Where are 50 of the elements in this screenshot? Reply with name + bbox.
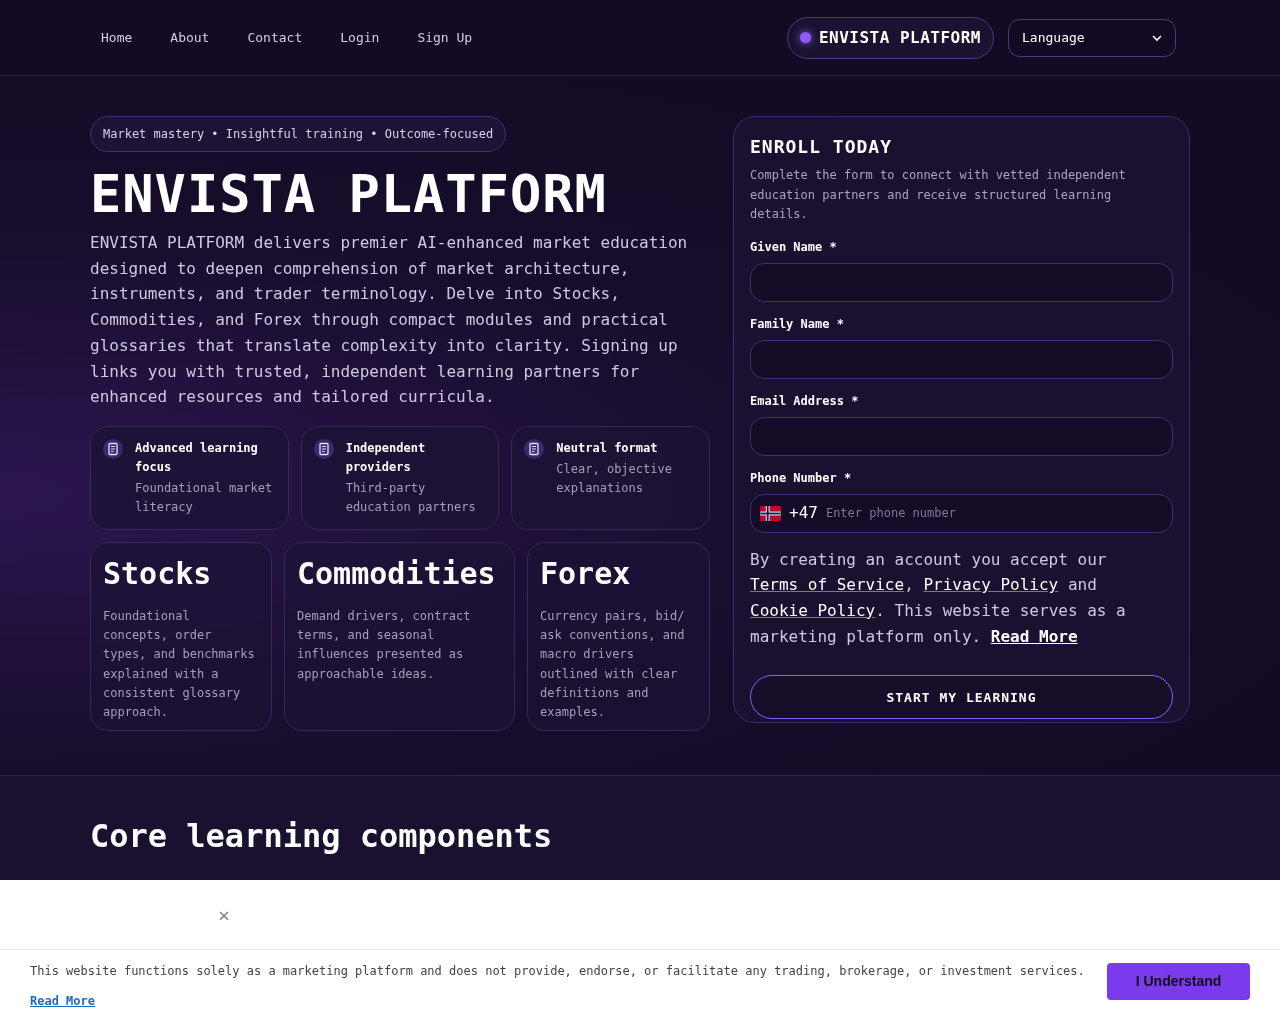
document-icon xyxy=(313,438,334,459)
market-title: Commodities xyxy=(297,554,497,593)
phone-field[interactable]: +47 Enter phone number xyxy=(750,493,1173,533)
field-label: Family Name * xyxy=(750,315,845,332)
document-icon xyxy=(103,438,123,459)
nav-link[interactable]: Sign Up xyxy=(406,23,484,52)
policy-link[interactable]: Privacy Policy xyxy=(923,575,1059,595)
nav-link[interactable]: Contact xyxy=(236,23,314,52)
policy-link[interactable]: Terms of Service xyxy=(750,575,905,595)
market-text: Demand drivers, contract terms, and seasonal influences presented as approachable ideas. xyxy=(297,607,472,683)
input-field[interactable] xyxy=(750,262,1173,302)
consent-text: By creating an account you accept our Terms of Service, Privacy Policy and Cookie Policy. This website serves as a marketing platform only. Read More xyxy=(750,548,1127,648)
feature-title: Independent providers xyxy=(345,439,427,476)
phone-number-input[interactable]: Enter phone number xyxy=(825,504,1163,522)
language-select[interactable]: Language xyxy=(1008,18,1176,57)
nav-link[interactable]: About xyxy=(159,23,221,52)
enroll-description: Complete the form to connect with vetted independent education partners and receive structured learning details. xyxy=(750,167,1127,223)
brand-name: ENVISTA PLATFORM xyxy=(818,26,981,49)
input-field[interactable] xyxy=(750,339,1173,379)
feature-text: Clear, objective explanations xyxy=(556,460,673,497)
brand-badge[interactable]: ENVISTA PLATFORM xyxy=(786,16,994,59)
enroll-title: ENROLL TODAY xyxy=(750,135,894,159)
market-text: Currency pairs, bid/ ask conventions, and macro drivers outlined with clear definitions and examples. xyxy=(540,607,686,721)
read-more-link[interactable]: Read More xyxy=(990,626,1078,646)
chevron-down-icon xyxy=(1152,33,1162,42)
read-more-link[interactable]: Read More xyxy=(30,992,96,1010)
market-text: Foundational concepts, order types, and benchmarks explained with a consistent glossary approach. xyxy=(103,607,256,721)
section-title: Core learning components xyxy=(90,816,554,856)
hero-description: ENVISTA PLATFORM delivers premier AI-enhanced market education designed to deepen comprehension of market architecture, instruments, and trader terminology. Delve into Stocks, Commodities, and Forex through compact modules and practical glossaries that translate complexity into clarity. Signing up links you with trusted, independent learning partners for enhanced resources and tailored curricula. xyxy=(90,232,689,409)
norway-flag-icon xyxy=(760,505,781,521)
start-learning-button[interactable]: START MY LEARNING xyxy=(750,675,1173,720)
feature-text: Third-party education partners xyxy=(345,479,477,516)
field-label: Phone Number * xyxy=(750,469,853,486)
feature-title: Advanced learning focus xyxy=(135,439,259,476)
market-title: Forex xyxy=(540,554,632,593)
tagline-badge: Market mastery • Insightful training • Outcome-focused xyxy=(90,116,507,152)
feature-text: Foundational market literacy xyxy=(135,479,274,516)
nav-link[interactable]: Home xyxy=(90,23,144,52)
hero-title: ENVISTA PLATFORM xyxy=(90,164,608,224)
document-icon xyxy=(524,438,545,459)
input-field[interactable] xyxy=(750,416,1173,456)
dial-code: +47 xyxy=(789,502,818,524)
field-label: Email Address * xyxy=(750,392,860,409)
cookie-notice-text: This website functions solely as a marketing platform and does not provide, endorse, or facilitate any trading, brokerage, or investment services. xyxy=(30,963,1085,979)
policy-link[interactable]: Cookie Policy xyxy=(750,600,876,620)
field-label: Given Name * xyxy=(750,238,838,255)
close-button[interactable]: × xyxy=(214,902,234,928)
nav-link[interactable]: Login xyxy=(329,23,391,52)
feature-title: Neutral format xyxy=(556,439,659,457)
market-title: Stocks xyxy=(103,554,213,593)
